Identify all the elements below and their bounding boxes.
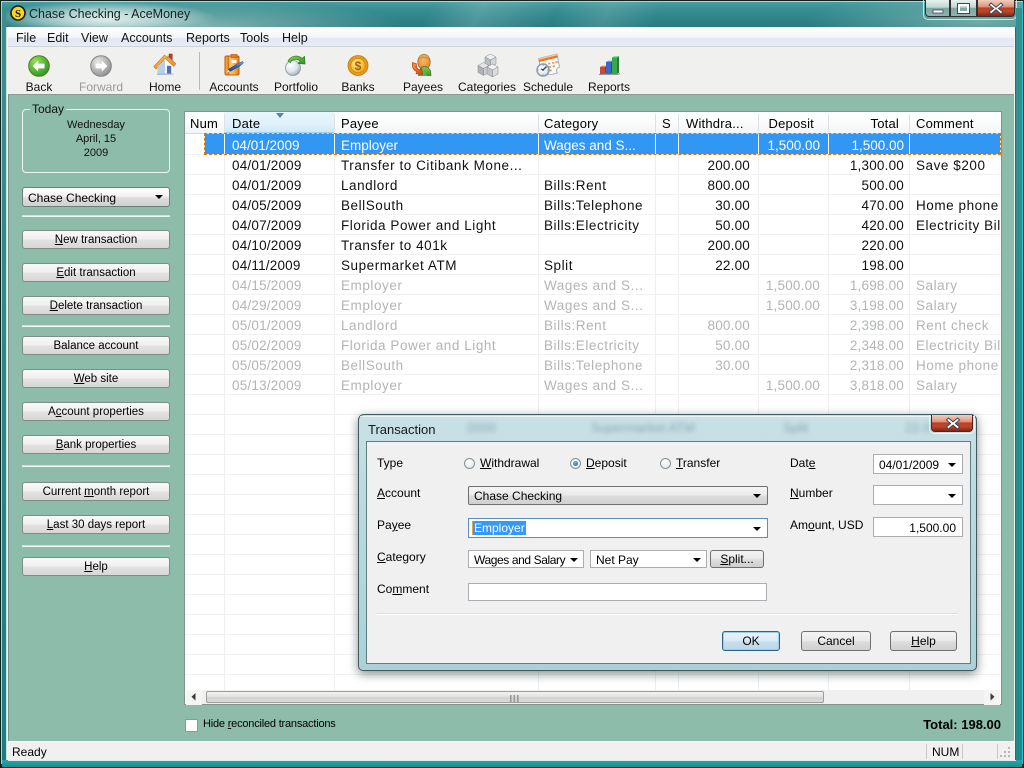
- svg-text:S: S: [15, 8, 21, 20]
- svg-text:$: $: [355, 59, 362, 73]
